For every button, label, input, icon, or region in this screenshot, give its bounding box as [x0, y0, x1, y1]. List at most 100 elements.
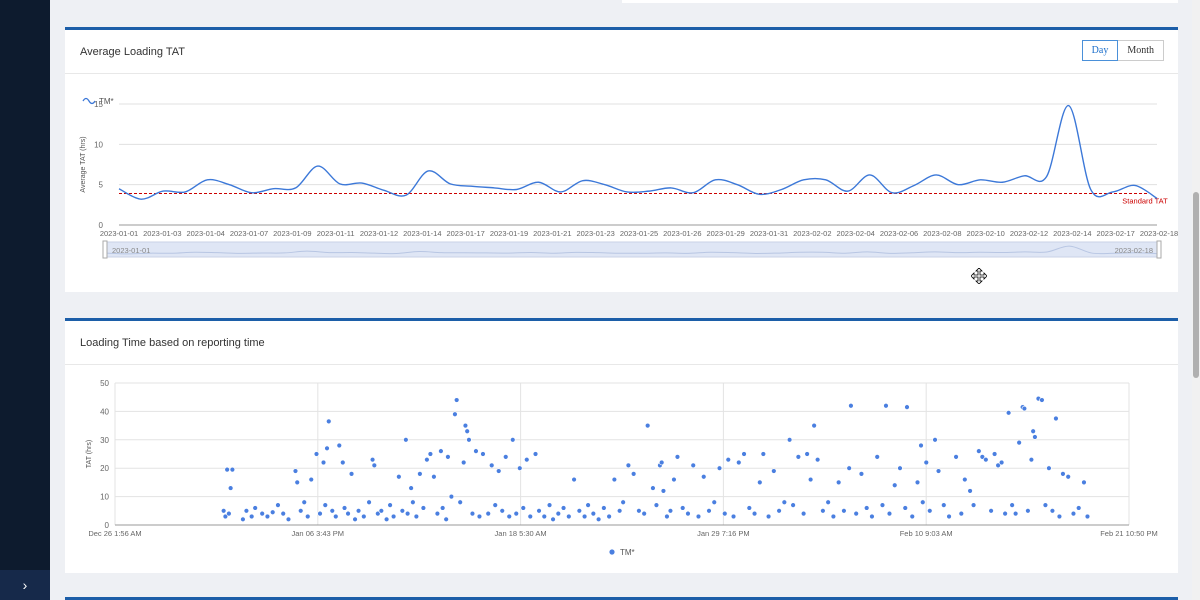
scatter-point: [417, 471, 423, 477]
scrollbar-thumb[interactable]: [1193, 192, 1199, 378]
y-tick-label: 10: [94, 140, 103, 149]
scatter-point: [355, 508, 362, 514]
scatter-point: [904, 404, 910, 410]
scatter-point: [1009, 502, 1015, 508]
scatter-point: [667, 508, 674, 514]
scatter-point: [625, 462, 632, 469]
scatter-point: [595, 516, 602, 523]
chevron-right-icon[interactable]: ›: [0, 570, 50, 600]
scatter-point: [387, 502, 393, 508]
scatter-point: [1005, 410, 1012, 416]
scatter-point: [503, 454, 509, 460]
x-tick-label: Jan 18 5:30 AM: [495, 529, 547, 538]
scatter-point: [438, 448, 444, 454]
scatter-point: [869, 513, 875, 520]
scatter-point: [224, 466, 230, 473]
scatter-point: [1060, 471, 1066, 477]
y-tick-label: 40: [100, 407, 109, 416]
scatter-point: [226, 510, 232, 517]
x-tick-label: 2023-02-02: [793, 229, 831, 238]
month-button[interactable]: Month: [1118, 40, 1164, 61]
day-month-toggle: Day Month: [1081, 40, 1164, 61]
scatter-point: [443, 516, 449, 523]
x-tick-label: Feb 10 9:03 AM: [900, 529, 953, 538]
scatter-point: [897, 465, 903, 471]
scatter-point: [536, 508, 542, 514]
scatter-point: [1076, 505, 1082, 511]
scatter-point: [902, 505, 908, 511]
x-tick-label: 2023-02-06: [880, 229, 918, 238]
scatter-point: [243, 508, 250, 514]
scatter-point: [1084, 513, 1091, 520]
scatter-point: [660, 488, 667, 494]
sidebar: ›: [0, 0, 50, 600]
average-tat-line-chart: TM*051015Average TAT (hrs)2023-01-01 2023…: [80, 97, 1178, 259]
y-tick-label: 5: [99, 181, 104, 190]
page-scrollbar[interactable]: [1192, 0, 1200, 600]
loading-time-card: Loading Time based on reporting time 0 10…: [65, 318, 1178, 573]
scatter-point: [923, 459, 929, 466]
scatter-point: [434, 510, 441, 517]
zoom-slider-end-handle: [1156, 240, 1162, 259]
scatter-point: [927, 508, 933, 514]
y-tick-label: 15: [94, 100, 103, 109]
scatter-point: [830, 513, 837, 520]
scatter-point: [751, 510, 758, 517]
day-button[interactable]: Day: [1081, 40, 1119, 61]
scatter-point: [848, 403, 854, 409]
scatter-point: [970, 502, 977, 508]
scatter-point: [473, 448, 479, 454]
x-tick-label: Jan 29 7:16 PM: [697, 529, 750, 538]
scatter-point: [795, 454, 802, 460]
scatter-point: [853, 510, 859, 517]
scatter-point: [324, 445, 330, 452]
scatter-point: [240, 516, 246, 523]
scatter-point: [513, 510, 519, 517]
zoom-slider-end-label: 2023-02-18: [1115, 246, 1153, 255]
scatter-point: [790, 502, 796, 508]
scatter-point: [701, 474, 707, 480]
scatter-point: [280, 510, 286, 517]
scatter-point: [725, 456, 731, 463]
scatter-point: [892, 482, 898, 488]
scatter-point: [269, 509, 276, 515]
scatter-point: [294, 479, 300, 486]
x-tick-label: 2023-01-03: [143, 229, 181, 238]
scatter-point: [313, 451, 320, 457]
x-tick-label: Dec 26 1:56 AM: [88, 529, 141, 538]
scatter-point: [746, 505, 752, 511]
scatter-point: [776, 508, 782, 514]
scatter-point: [404, 510, 411, 517]
scatter-point: [227, 485, 234, 491]
scatter-point: [420, 505, 427, 511]
scatter-point: [285, 516, 292, 523]
scatter-point: [445, 454, 451, 460]
scatter-point: [322, 502, 328, 508]
scatter-point: [492, 502, 498, 508]
card-header: Average Loading TAT: [65, 30, 1178, 74]
scatter-point: [298, 508, 304, 514]
scatter-point: [527, 513, 533, 520]
scatter-point: [457, 499, 463, 505]
scatter-point: [292, 468, 299, 474]
scatter-point: [550, 516, 556, 523]
scatter-point: [396, 474, 402, 480]
scatter-point: [506, 513, 512, 520]
scatter-point: [983, 456, 989, 463]
scatter-point: [771, 468, 777, 474]
scatter-point: [489, 462, 495, 469]
scatter-point: [825, 499, 831, 505]
scatter-point: [1021, 405, 1028, 412]
scatter-point: [466, 437, 472, 443]
scatter-point: [690, 462, 696, 469]
scatter-point: [835, 479, 842, 486]
scatter-point: [576, 508, 583, 514]
x-tick-label: Jan 06 3:43 PM: [292, 529, 345, 538]
x-tick-label: 2023-01-17: [446, 229, 484, 238]
scatter-point: [935, 468, 942, 474]
card-header: Loading Time based on reporting time: [65, 321, 1178, 365]
scatter-point: [674, 454, 681, 460]
scatter-point: [229, 466, 236, 473]
scatter-point: [496, 468, 502, 474]
scatter-point: [333, 513, 339, 520]
